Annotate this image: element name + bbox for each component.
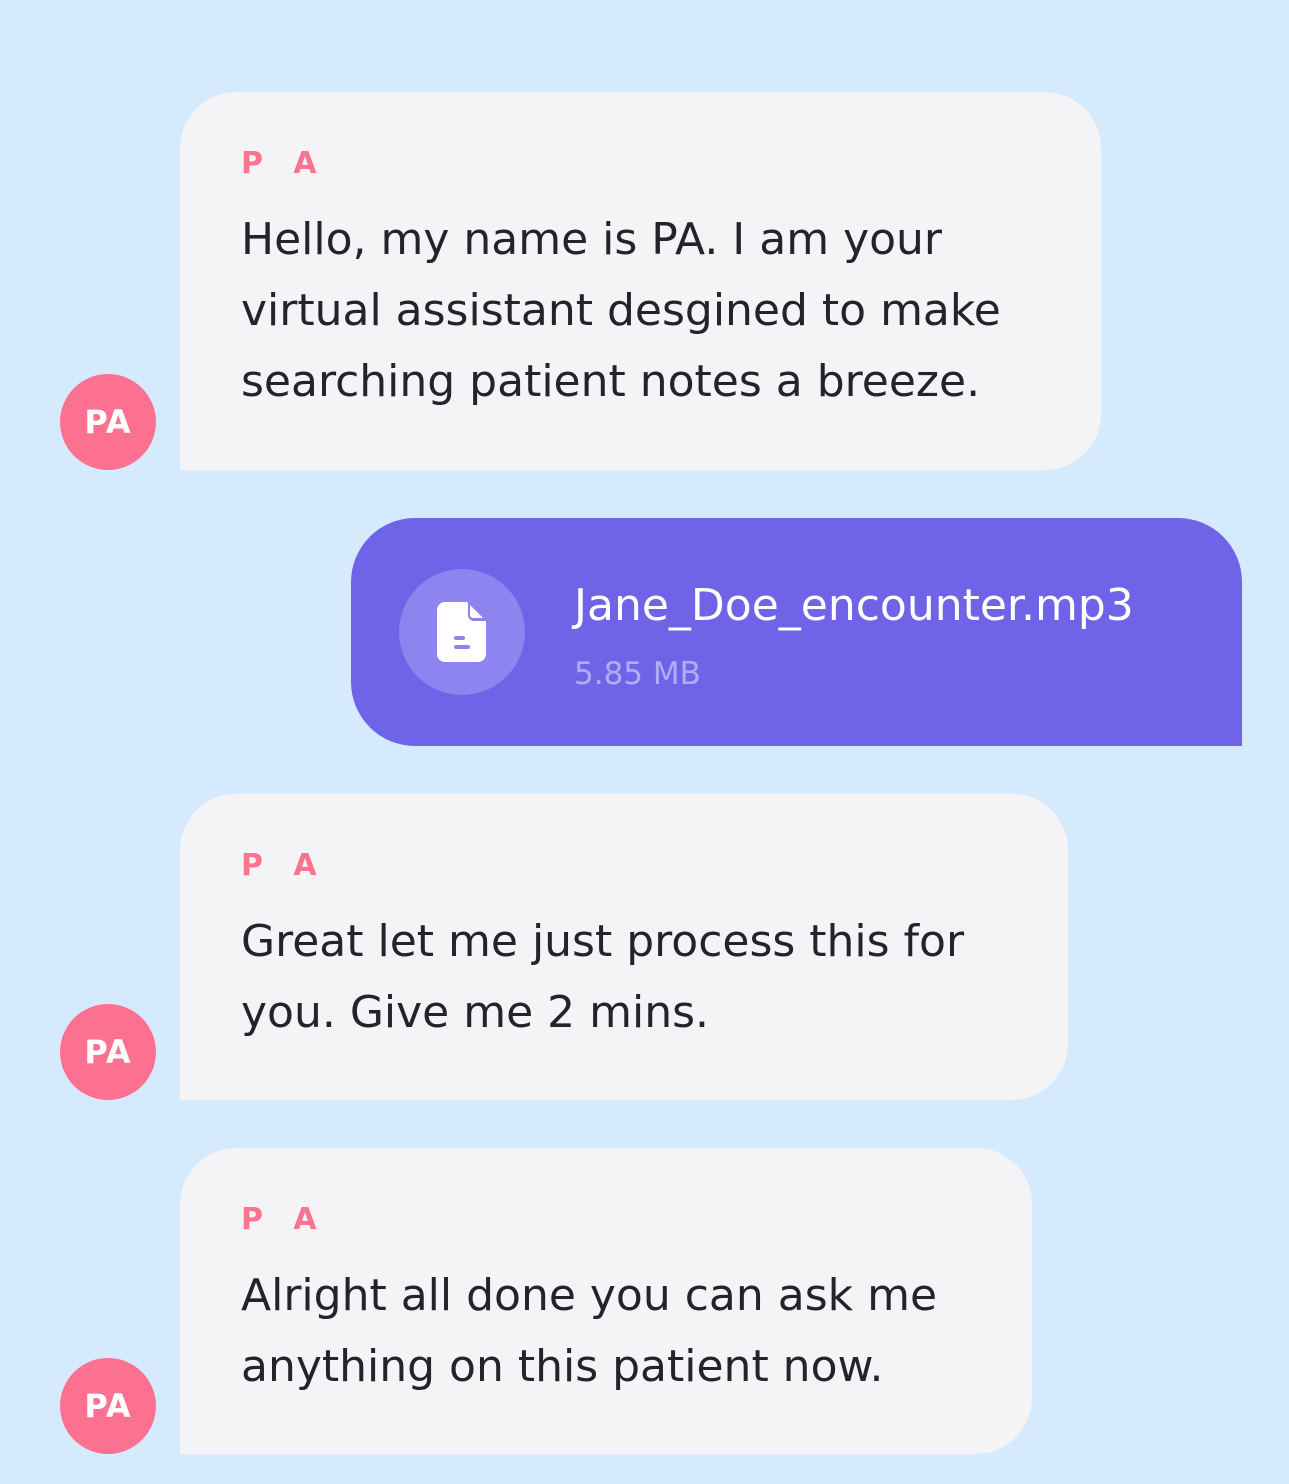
message-line: virtual assistant desgined to make <box>241 285 1001 336</box>
message-text: Great let me just process this for you. … <box>241 906 1028 1048</box>
assistant-message-bubble: P A Great let me just process this for y… <box>180 794 1068 1100</box>
assistant-message-bubble: P A Hello, my name is PA. I am your virt… <box>180 92 1101 470</box>
message-line: anything on this patient now. <box>241 1341 884 1392</box>
assistant-avatar: PA <box>60 374 156 470</box>
avatar-initials: PA <box>84 1387 132 1425</box>
file-size: 5.85 MB <box>574 656 701 692</box>
sender-name: P A <box>241 146 327 181</box>
document-icon <box>437 602 486 662</box>
assistant-message-bubble: P A Alright all done you can ask me anyt… <box>180 1148 1032 1454</box>
message-line: Alright all done you can ask me <box>241 1270 938 1321</box>
file-attachment-message[interactable]: Jane_Doe_encounter.mp3 5.85 MB <box>351 518 1242 746</box>
message-text: Hello, my name is PA. I am your virtual … <box>241 204 1061 417</box>
avatar-initials: PA <box>84 1033 132 1071</box>
sender-name: P A <box>241 1202 327 1237</box>
message-line: Hello, my name is PA. I am your <box>241 214 943 265</box>
file-icon-badge <box>399 569 525 695</box>
message-line: Great let me just process this for <box>241 916 965 967</box>
avatar-initials: PA <box>84 403 132 441</box>
sender-name: P A <box>241 848 327 883</box>
message-line: you. Give me 2 mins. <box>241 987 710 1038</box>
assistant-avatar: PA <box>60 1358 156 1454</box>
file-name: Jane_Doe_encounter.mp3 <box>574 580 1134 631</box>
assistant-avatar: PA <box>60 1004 156 1100</box>
message-text: Alright all done you can ask me anything… <box>241 1260 992 1402</box>
message-line: searching patient notes a breeze. <box>241 356 981 407</box>
